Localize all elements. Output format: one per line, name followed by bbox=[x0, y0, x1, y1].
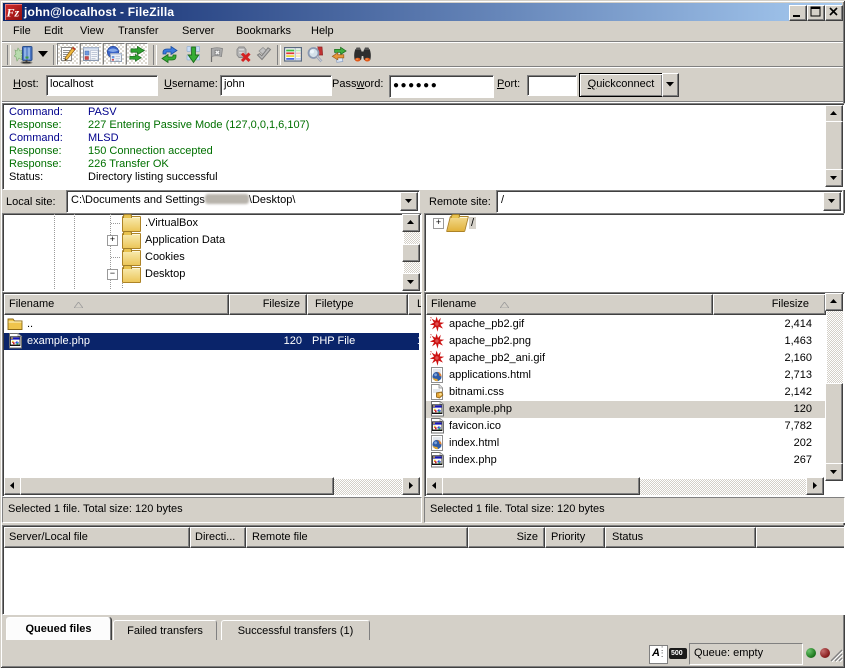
svg-text:Fz: Fz bbox=[6, 6, 20, 20]
